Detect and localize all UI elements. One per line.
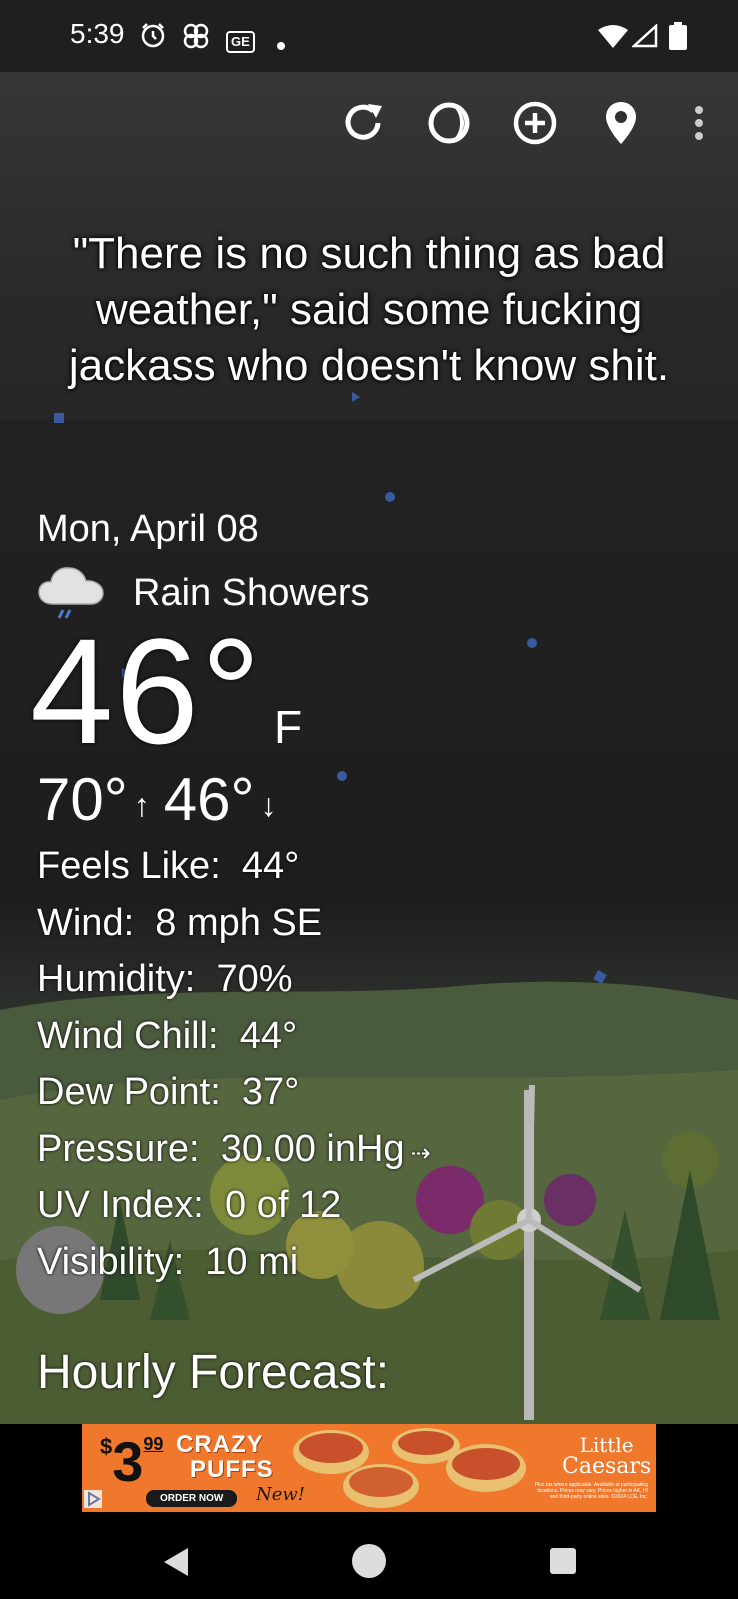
weather-details: Feels Like: 44° Wind: 8 mph SE Humidity:… bbox=[37, 838, 431, 1290]
high-temperature: 70° bbox=[37, 766, 128, 833]
refresh-button[interactable] bbox=[338, 98, 388, 148]
home-button[interactable] bbox=[350, 1542, 388, 1580]
detail-wind: Wind: 8 mph SE bbox=[37, 895, 431, 952]
detail-value: 10 mi bbox=[205, 1240, 299, 1283]
more-vert-icon bbox=[695, 106, 703, 140]
detail-label: Humidity: bbox=[37, 958, 196, 1000]
detail-label: Dew Point: bbox=[37, 1071, 221, 1113]
detail-humidity: Humidity: 70% bbox=[37, 951, 431, 1008]
weather-quote: "There is no such thing as bad weather,"… bbox=[68, 229, 670, 390]
location-pin-button[interactable] bbox=[596, 98, 646, 148]
detail-wind-chill: Wind Chill: 44° bbox=[37, 1008, 431, 1065]
ge-icon: GE bbox=[226, 25, 255, 53]
moon-phase-icon bbox=[428, 102, 470, 144]
detail-pressure: Pressure: 30.00 inHg ⇢ bbox=[37, 1121, 431, 1178]
detail-label: Feels Like: bbox=[37, 845, 221, 887]
ad-headline: CRAZY PUFFS bbox=[176, 1432, 274, 1482]
detail-label: Wind Chill: bbox=[37, 1014, 219, 1057]
weather-screen: 5:39 GE "There is no such thing as bad w… bbox=[0, 0, 738, 1599]
back-icon bbox=[164, 1548, 188, 1576]
ad-brand-logo: Little Caesars bbox=[562, 1434, 651, 1478]
ad-fine-print: Plus tax where applicable. Available at … bbox=[534, 1482, 648, 1500]
detail-value: 44° bbox=[239, 1014, 298, 1057]
detail-dew-point: Dew Point: 37° bbox=[37, 1064, 431, 1121]
temperature-unit: F bbox=[274, 701, 303, 753]
add-location-button[interactable] bbox=[510, 98, 560, 148]
ad-headline-2: PUFFS bbox=[190, 1456, 274, 1483]
ge-label: GE bbox=[226, 31, 255, 53]
battery-icon bbox=[668, 22, 688, 57]
detail-value: 0 of 12 bbox=[225, 1184, 342, 1226]
high-low-row: 70° ↑ 46° ↓ bbox=[37, 765, 290, 834]
arrow-up-icon: ↑ bbox=[133, 787, 150, 823]
pressure-trend-arrow-icon: ⇢ bbox=[410, 1139, 431, 1167]
recents-button[interactable] bbox=[548, 1546, 578, 1576]
detail-label: Visibility: bbox=[37, 1240, 185, 1283]
moon-phase-button[interactable] bbox=[424, 98, 474, 148]
detail-value: 30.00 inHg bbox=[220, 1127, 405, 1170]
detail-value: 8 mph SE bbox=[155, 901, 323, 944]
ad-price-dollar: $ bbox=[100, 1434, 113, 1459]
arrow-down-icon: ↓ bbox=[260, 787, 277, 823]
location-pin-icon bbox=[606, 102, 636, 144]
ad-brand-1: Little bbox=[579, 1433, 634, 1457]
current-temperature: 46° bbox=[30, 607, 263, 775]
status-bar: 5:39 GE bbox=[0, 0, 738, 72]
home-icon bbox=[352, 1544, 386, 1578]
dot-icon bbox=[276, 30, 286, 58]
ad-brand-2: Caesars bbox=[562, 1454, 652, 1479]
forecast-date: Mon, April 08 bbox=[37, 508, 259, 550]
ad-choices-icon[interactable] bbox=[84, 1490, 102, 1508]
status-time: 5:39 bbox=[70, 18, 125, 49]
detail-value: 44° bbox=[241, 845, 300, 887]
detail-value: 70% bbox=[216, 958, 293, 1000]
detail-feels-like: Feels Like: 44° bbox=[37, 838, 431, 895]
ad-pizza-image bbox=[293, 1428, 526, 1508]
ad-banner[interactable]: $399 CRAZY PUFFS ORDER NOW New! Little C… bbox=[82, 1424, 656, 1512]
ad-price: $399 bbox=[100, 1434, 163, 1490]
detail-value: 37° bbox=[241, 1071, 300, 1113]
ad-price-main: 3 bbox=[112, 1430, 144, 1493]
back-button[interactable] bbox=[158, 1544, 194, 1580]
ad-price-cents: 99 bbox=[143, 1434, 164, 1454]
ad-order-now-button[interactable]: ORDER NOW bbox=[146, 1490, 238, 1507]
alarm-icon bbox=[140, 22, 166, 55]
pinwheel-icon bbox=[182, 22, 210, 57]
recents-icon bbox=[550, 1548, 576, 1574]
add-location-icon bbox=[513, 101, 557, 145]
refresh-icon bbox=[345, 104, 382, 140]
wifi-icon bbox=[598, 24, 628, 55]
detail-label: UV Index: bbox=[37, 1184, 204, 1226]
signal-icon bbox=[630, 23, 658, 55]
detail-visibility: Visibility: 10 mi bbox=[37, 1234, 431, 1291]
detail-label: Pressure: bbox=[37, 1127, 200, 1170]
detail-label: Wind: bbox=[37, 901, 135, 944]
hourly-forecast-title: Hourly Forecast: bbox=[37, 1346, 390, 1399]
detail-uv-index: UV Index: 0 of 12 bbox=[37, 1177, 431, 1234]
ad-headline-1: CRAZY bbox=[176, 1431, 264, 1458]
more-options-button[interactable] bbox=[674, 98, 724, 148]
low-temperature: 46° bbox=[163, 766, 255, 833]
